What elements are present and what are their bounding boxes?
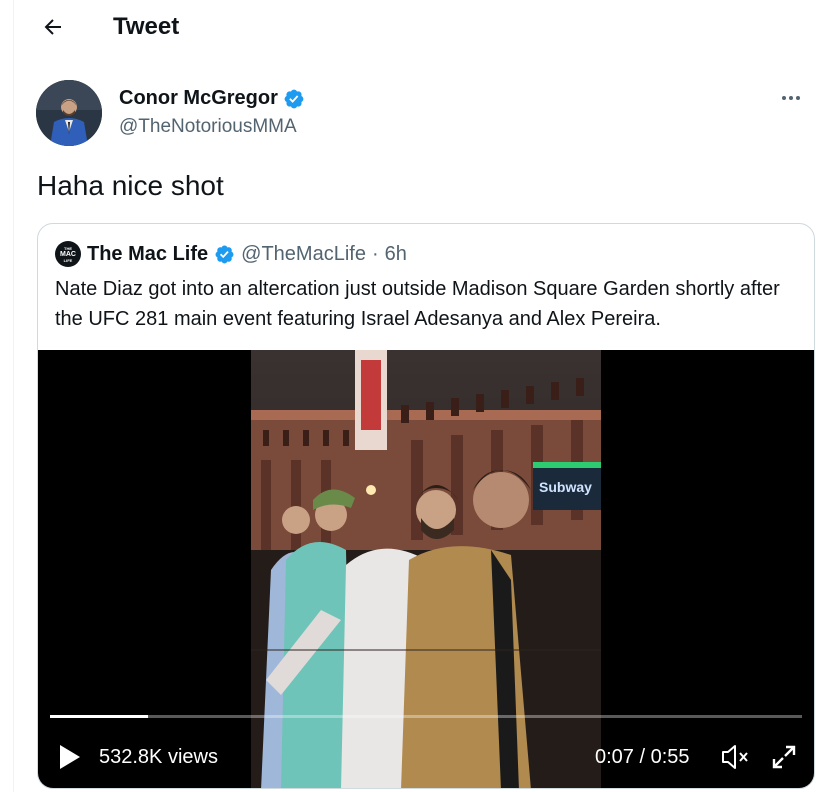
quoted-timestamp[interactable]: 6h <box>385 243 407 266</box>
author-handle[interactable]: @TheNotoriousMMA <box>119 116 297 138</box>
video-controls: 532.8K views 0:07 / 0:55 <box>38 738 814 778</box>
video-frame[interactable]: Subway <box>251 350 601 788</box>
fullscreen-icon <box>772 745 796 769</box>
page-header: Tweet <box>14 0 816 56</box>
more-horizontal-icon <box>782 96 786 100</box>
subway-sign-text: Subway <box>539 479 592 495</box>
play-button[interactable] <box>58 742 82 772</box>
video-player[interactable]: Subway 532.8K views 0:07 / 0:55 <box>38 350 814 788</box>
verified-badge-icon <box>215 245 234 263</box>
separator-dot: · <box>371 242 379 265</box>
verified-badge-icon <box>284 89 304 108</box>
column-border <box>13 0 14 792</box>
avatar-image <box>36 80 102 146</box>
mute-button[interactable] <box>720 743 750 771</box>
author-name[interactable]: Conor McGregor <box>119 87 278 110</box>
quoted-author-name[interactable]: The Mac Life <box>87 243 208 266</box>
quoted-tweet-text: Nate Diaz got into an altercation just o… <box>55 278 780 330</box>
quoted-author-handle[interactable]: @TheMacLife <box>241 243 366 266</box>
author-name-row[interactable]: Conor McGregor <box>119 87 305 110</box>
back-button[interactable] <box>36 10 70 44</box>
view-count: 532.8K views <box>99 746 218 768</box>
volume-muted-icon <box>722 745 748 769</box>
quoted-tweet[interactable]: THE MAC LIFE The Mac Life @TheMacLife · … <box>37 223 815 789</box>
video-thumbnail: Subway <box>251 350 601 788</box>
page-title: Tweet <box>113 13 180 40</box>
quoted-tweet-header: THE MAC LIFE The Mac Life @TheMacLife · … <box>55 241 407 267</box>
play-icon <box>60 745 80 769</box>
arrow-left-icon <box>44 19 61 35</box>
video-time: 0:07 / 0:55 <box>595 746 690 768</box>
fullscreen-button[interactable] <box>770 743 798 771</box>
video-progress-fill <box>50 715 148 718</box>
tweet-author: Conor McGregor @TheNotoriousMMA <box>36 80 806 148</box>
avatar[interactable] <box>36 80 102 146</box>
more-options-button[interactable] <box>776 86 806 110</box>
quoted-avatar-logo[interactable]: THE MAC LIFE <box>55 241 81 267</box>
video-progress-bar[interactable] <box>50 715 802 718</box>
tweet-text: Haha nice shot <box>37 170 224 201</box>
